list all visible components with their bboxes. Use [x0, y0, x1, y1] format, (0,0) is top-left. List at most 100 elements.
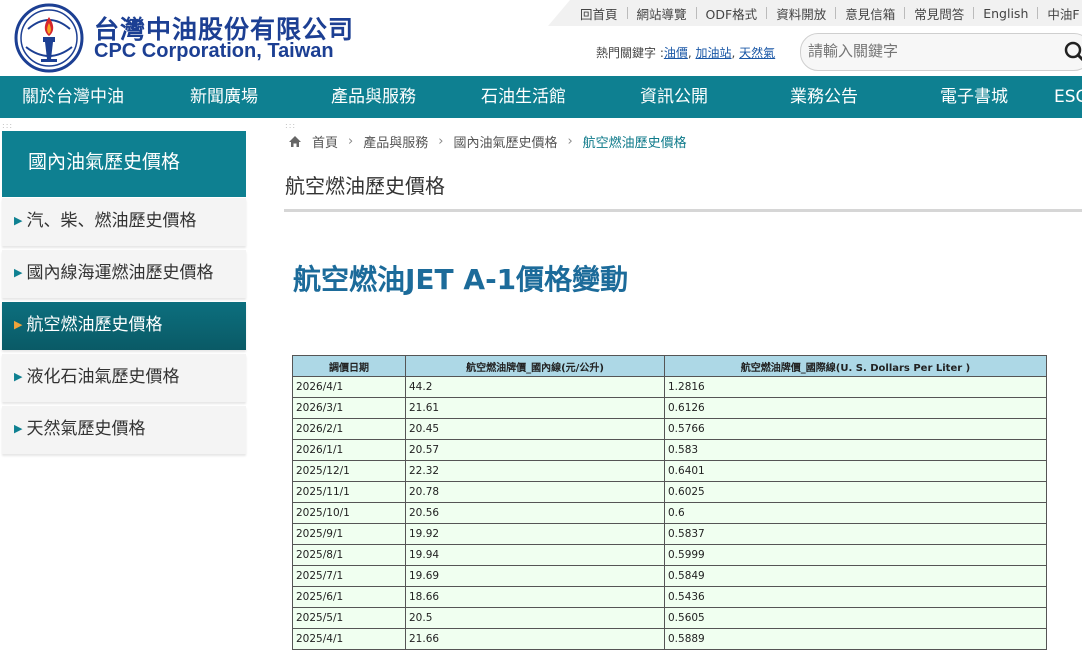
table-row: 2025/4/1 21.66 0.5889 [292, 628, 1047, 650]
hot-keyword-oil-price[interactable]: 油價 [664, 46, 688, 60]
cell-international-price: 0.6401 [664, 460, 1047, 482]
triangle-right-icon: ▶ [14, 214, 23, 227]
cell-date: 2025/7/1 [292, 565, 406, 587]
cell-domestic-price: 44.2 [405, 376, 665, 398]
utility-link-open-data[interactable]: 資料開放 [776, 4, 826, 23]
cell-date: 2025/11/1 [292, 481, 406, 503]
nav-products[interactable]: 產品與服務 [331, 76, 416, 118]
table-header-row: 調價日期 航空燃油牌價_國內線(元/公升) 航空燃油牌價_國際線(U. S. D… [292, 355, 1047, 377]
table-row: 2025/9/1 19.92 0.5837 [292, 523, 1047, 545]
sidebar-item-label: 液化石油氣歷史價格 [26, 367, 180, 387]
table-row: 2026/3/1 21.61 0.6126 [292, 397, 1047, 419]
utility-link-sitemap[interactable]: 網站導覽 [637, 4, 687, 23]
hot-keyword-gas-station[interactable]: 加油站 [696, 46, 732, 60]
table-row: 2025/5/1 20.5 0.5605 [292, 607, 1047, 629]
title-divider [284, 209, 1082, 212]
nav-info-disclosure[interactable]: 資訊公開 [640, 76, 708, 118]
triangle-right-icon: ▶ [14, 318, 23, 331]
breadcrumb-home[interactable]: 首頁 [312, 132, 338, 151]
utility-links: 回首頁 網站導覽 ODF格式 資料開放 意見信箱 常見問答 English 中油… [580, 0, 1080, 26]
cell-date: 2026/4/1 [292, 376, 406, 398]
sidebar-item-natural-gas[interactable]: ▶ 天然氣歷史價格 [2, 406, 246, 454]
main-nav: 關於台灣中油 新聞廣場 產品與服務 石油生活館 資訊公開 業務公告 電子書城 E… [0, 76, 1082, 118]
cell-international-price: 1.2816 [664, 376, 1047, 398]
column-header-international: 航空燃油牌價_國際線(U. S. Dollars Per Liter ) [664, 355, 1047, 377]
cell-domestic-price: 20.56 [405, 502, 665, 524]
home-icon[interactable] [288, 135, 302, 148]
sidebar-item-gasoline-diesel[interactable]: ▶ 汽、柴、燃油歷史價格 [2, 198, 246, 246]
cell-domestic-price: 19.94 [405, 544, 665, 566]
sidebar-item-lpg[interactable]: ▶ 液化石油氣歷史價格 [2, 354, 246, 402]
cell-domestic-price: 19.92 [405, 523, 665, 545]
cell-domestic-price: 19.69 [405, 565, 665, 587]
cell-international-price: 0.583 [664, 439, 1047, 461]
nav-news[interactable]: 新聞廣場 [190, 76, 258, 118]
breadcrumb-domestic-prices[interactable]: 國內油氣歷史價格 [453, 132, 557, 151]
brand-name-en[interactable]: CPC Corporation, Taiwan [94, 40, 334, 63]
hot-keywords: 熱門關鍵字 :油價, 加油站, 天然氣 [596, 46, 776, 60]
sidebar-item-label: 國內線海運燃油歷史價格 [26, 263, 214, 283]
cell-domestic-price: 20.78 [405, 481, 665, 503]
utility-link-cpc-more[interactable]: 中油F [1047, 4, 1079, 23]
triangle-right-icon: ▶ [14, 266, 23, 279]
table-row: 2026/1/1 20.57 0.583 [292, 439, 1047, 461]
hot-keywords-label: 熱門關鍵字 : [596, 46, 664, 60]
cell-date: 2025/5/1 [292, 607, 406, 629]
nav-petroleum-life[interactable]: 石油生活館 [481, 76, 566, 118]
table-row: 2025/7/1 19.69 0.5849 [292, 565, 1047, 587]
cell-date: 2025/9/1 [292, 523, 406, 545]
breadcrumb-current[interactable]: 航空燃油歷史價格 [583, 132, 687, 151]
utility-link-faq[interactable]: 常見問答 [914, 4, 964, 23]
nav-about[interactable]: 關於台灣中油 [22, 76, 124, 118]
nav-ebooks[interactable]: 電子書城 [940, 76, 1008, 118]
cell-international-price: 0.6 [664, 502, 1047, 524]
accesskey-marker: ::: [2, 121, 14, 130]
table-row: 2026/4/1 44.2 1.2816 [292, 376, 1047, 398]
cell-domestic-price: 21.61 [405, 397, 665, 419]
utility-link-feedback[interactable]: 意見信箱 [845, 4, 895, 23]
column-header-date: 調價日期 [292, 355, 406, 377]
page-title: 航空燃油歷史價格 [285, 174, 445, 198]
breadcrumb-products[interactable]: 產品與服務 [363, 132, 428, 151]
sidebar-item-marine-fuel[interactable]: ▶ 國內線海運燃油歷史價格 [2, 250, 246, 298]
sidebar-item-label: 航空燃油歷史價格 [26, 315, 163, 335]
cell-international-price: 0.5766 [664, 418, 1047, 440]
breadcrumb-separator: › [438, 134, 444, 149]
sidebar-item-label: 天然氣歷史價格 [26, 419, 146, 439]
utility-link-home[interactable]: 回首頁 [580, 4, 618, 23]
cell-date: 2026/1/1 [292, 439, 406, 461]
search-icon[interactable] [1058, 36, 1082, 66]
price-table: 調價日期 航空燃油牌價_國內線(元/公升) 航空燃油牌價_國際線(U. S. D… [292, 355, 1047, 650]
table-row: 2025/6/1 18.66 0.5436 [292, 586, 1047, 608]
site-header: 台灣中油股份有限公司 CPC Corporation, Taiwan 回首頁 網… [0, 0, 1082, 76]
cpc-logo-icon[interactable] [14, 3, 84, 73]
cell-domestic-price: 21.66 [405, 628, 665, 650]
cell-international-price: 0.5436 [664, 586, 1047, 608]
cell-international-price: 0.6126 [664, 397, 1047, 419]
sidebar-title: 國內油氣歷史價格 [2, 131, 246, 197]
utility-link-english[interactable]: English [983, 6, 1028, 21]
triangle-right-icon: ▶ [14, 422, 23, 435]
utility-link-odf[interactable]: ODF格式 [706, 4, 758, 23]
cell-domestic-price: 20.5 [405, 607, 665, 629]
column-header-domestic: 航空燃油牌價_國內線(元/公升) [405, 355, 665, 377]
nav-esg[interactable]: ESG [1054, 76, 1082, 118]
content-heading: 航空燃油JET A-1價格變動 [293, 263, 629, 296]
sidebar-item-aviation-fuel[interactable]: ▶ 航空燃油歷史價格 [2, 302, 246, 350]
cell-international-price: 0.5837 [664, 523, 1047, 545]
table-row: 2025/10/1 20.56 0.6 [292, 502, 1047, 524]
sidebar-item-label: 汽、柴、燃油歷史價格 [26, 211, 197, 231]
cell-international-price: 0.5999 [664, 544, 1047, 566]
cell-domestic-price: 20.57 [405, 439, 665, 461]
triangle-right-icon: ▶ [14, 370, 23, 383]
cell-domestic-price: 22.32 [405, 460, 665, 482]
table-row: 2025/11/1 20.78 0.6025 [292, 481, 1047, 503]
hot-keyword-natural-gas[interactable]: 天然氣 [739, 46, 775, 60]
cell-date: 2025/8/1 [292, 544, 406, 566]
table-body: 2026/4/1 44.2 1.2816 2026/3/1 21.61 0.6126 202… [292, 376, 1047, 650]
table-row: 2025/8/1 19.94 0.5999 [292, 544, 1047, 566]
cell-international-price: 0.5889 [664, 628, 1047, 650]
breadcrumb-separator: › [567, 134, 573, 149]
search-input[interactable] [808, 34, 1048, 68]
nav-announcements[interactable]: 業務公告 [790, 76, 858, 118]
